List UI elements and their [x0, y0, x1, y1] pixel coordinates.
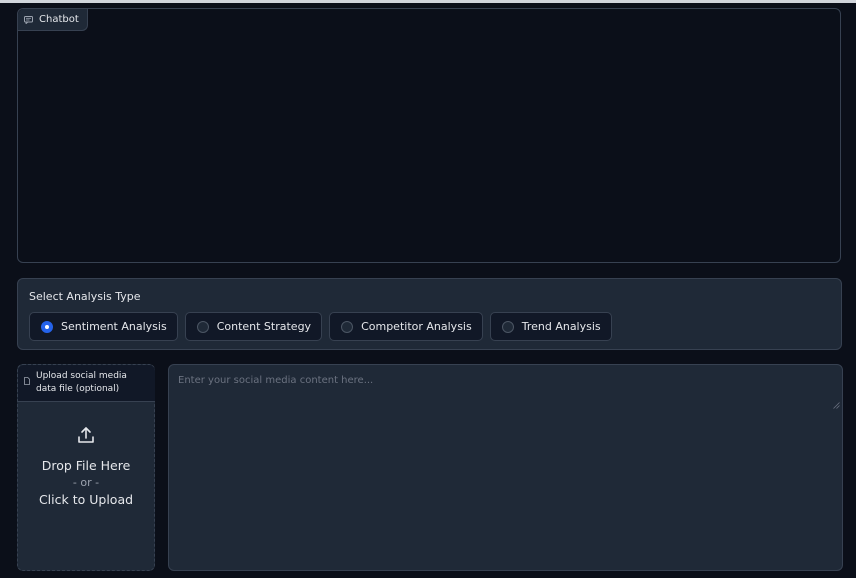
resize-handle-icon[interactable]: [833, 394, 840, 413]
radio-trend-analysis[interactable]: Trend Analysis: [489, 312, 612, 341]
radio-button-selected[interactable]: [41, 320, 53, 333]
radio-content-strategy[interactable]: Content Strategy: [184, 312, 323, 341]
chatbot-label-text: Chatbot: [39, 14, 79, 25]
radio-label: Competitor Analysis: [361, 320, 472, 333]
radio-label: Sentiment Analysis: [61, 320, 167, 333]
file-icon: [24, 376, 30, 390]
analysis-type-options: Sentiment Analysis Content Strategy Comp…: [29, 312, 612, 341]
upload-body[interactable]: Drop File Here - or - Click to Upload: [18, 425, 154, 507]
upload-label-text: Upload social media data file (optional): [36, 371, 127, 394]
analysis-type-group: Select Analysis Type Sentiment Analysis …: [17, 278, 842, 350]
or-separator: - or -: [72, 476, 100, 489]
chatbot-label: Chatbot: [18, 9, 88, 31]
radio-label: Content Strategy: [216, 320, 312, 333]
radio-label: Trend Analysis: [521, 320, 601, 333]
chatbot-panel: Chatbot: [17, 8, 841, 263]
radio-button[interactable]: [196, 320, 209, 333]
drop-file-text: Drop File Here: [41, 458, 131, 473]
upload-label: Upload social media data file (optional): [18, 365, 155, 402]
click-to-upload-text[interactable]: Click to Upload: [39, 492, 133, 507]
analysis-type-title: Select Analysis Type: [29, 290, 141, 303]
radio-button[interactable]: [341, 320, 354, 333]
radio-button[interactable]: [501, 320, 514, 333]
content-input[interactable]: [169, 365, 842, 570]
upload-icon: [76, 425, 96, 449]
file-upload-dropzone[interactable]: Upload social media data file (optional)…: [17, 364, 155, 571]
content-input-container: [168, 364, 843, 571]
top-border-line: [0, 0, 856, 3]
radio-competitor-analysis[interactable]: Competitor Analysis: [329, 312, 483, 341]
chat-icon: [24, 15, 33, 24]
radio-sentiment-analysis[interactable]: Sentiment Analysis: [29, 312, 178, 341]
